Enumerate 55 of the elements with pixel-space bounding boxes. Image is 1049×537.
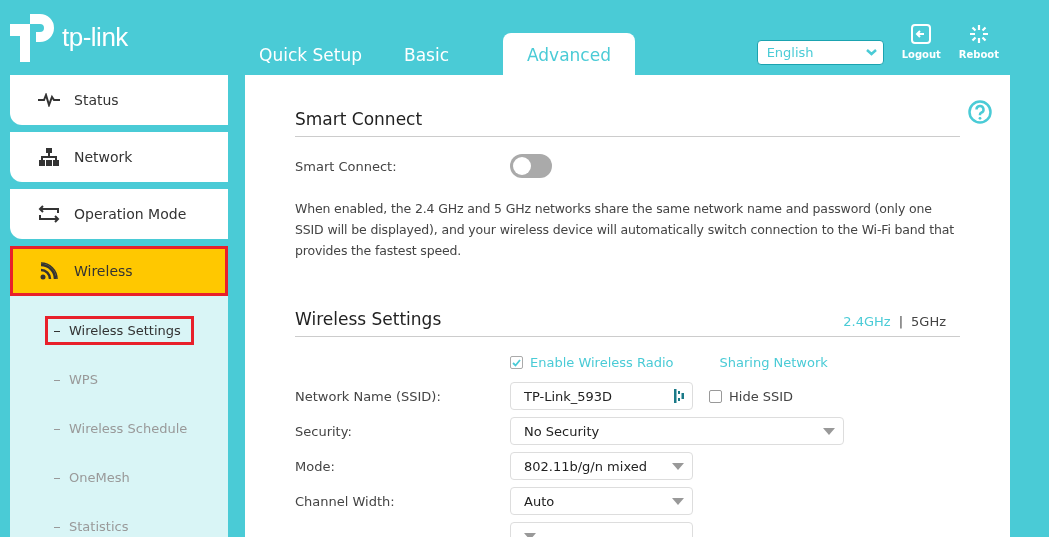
sidebar-label: Status <box>74 92 119 108</box>
chevron-icon <box>865 49 877 56</box>
submenu-item[interactable]: Statistics <box>45 512 132 537</box>
reboot-icon <box>968 24 989 44</box>
select-field[interactable]: 802.11b/g/n mixed <box>510 452 693 480</box>
select-field[interactable]: No Security <box>510 417 844 445</box>
separator-text: | <box>898 314 904 329</box>
checkbox[interactable] <box>709 389 722 403</box>
sidebar-label: Operation Mode <box>74 206 187 222</box>
help-icon[interactable] <box>968 100 992 124</box>
dropdown-icon <box>524 532 536 537</box>
dropdown-icon <box>672 462 684 470</box>
logout-icon <box>911 24 932 44</box>
nav-tab[interactable]: Basic <box>389 33 463 75</box>
submenu-item[interactable]: WPS <box>45 365 101 394</box>
field-label: Security: <box>295 423 353 439</box>
pulse-icon <box>38 93 60 107</box>
section-title: Wireless Settings <box>295 309 442 329</box>
network-icon <box>38 148 60 166</box>
section-title: Smart Connect <box>295 109 423 129</box>
field-label: Smart Connect: <box>295 158 398 174</box>
signal-icon <box>38 262 60 280</box>
sidebar-item[interactable]: Wireless <box>10 246 228 296</box>
band-link[interactable]: 5GHz <box>911 314 946 329</box>
submenu-item[interactable]: OneMesh <box>45 463 133 492</box>
sidebar-label: Network <box>74 149 133 165</box>
submenu-item[interactable]: Wireless Schedule <box>45 414 191 443</box>
sharing-network-link[interactable]: Sharing Network <box>719 355 828 370</box>
nav-tab[interactable]: Quick Setup <box>245 33 390 75</box>
logout-button[interactable]: Logout <box>901 24 941 60</box>
swap-icon <box>38 205 60 223</box>
toggle-switch[interactable] <box>510 154 552 178</box>
sidebar-item[interactable]: Status <box>10 75 228 125</box>
submenu-item[interactable]: Wireless Settings <box>45 316 194 345</box>
select-field[interactable]: Auto <box>510 487 693 515</box>
field-label: Network Name (SSID): <box>295 388 442 404</box>
sidebar-label: Wireless <box>74 263 133 279</box>
field-label: Mode: <box>295 458 336 474</box>
checkbox[interactable] <box>510 356 523 369</box>
reboot-button[interactable]: Reboot <box>958 24 999 60</box>
logo-icon <box>10 12 56 62</box>
text-field[interactable]: TP-Link_593D <box>510 382 693 410</box>
checkbox-label: Enable Wireless Radio <box>530 355 674 370</box>
description-text: When enabled, the 2.4 GHz and 5 GHz networks share the same network name and password (only one SSID will be displayed), and your wireless device will automatically switch connection to the Wi-Fi band that provides the fastest speed. <box>295 200 955 260</box>
dropdown-icon <box>823 427 835 435</box>
nav-tab[interactable]: Advanced <box>503 33 635 75</box>
field-label: Channel Width: <box>295 493 396 509</box>
sidebar-item[interactable]: Network <box>10 132 228 182</box>
checkbox-label: Hide SSID <box>729 388 794 404</box>
sidebar-item[interactable]: Operation Mode <box>10 189 228 239</box>
band-link[interactable]: 2.4GHz <box>843 314 891 329</box>
logo-text: tp-link <box>62 21 128 53</box>
dropdown-icon <box>672 497 684 505</box>
ssid-icon <box>674 389 684 403</box>
language-select[interactable]: English <box>756 40 884 65</box>
